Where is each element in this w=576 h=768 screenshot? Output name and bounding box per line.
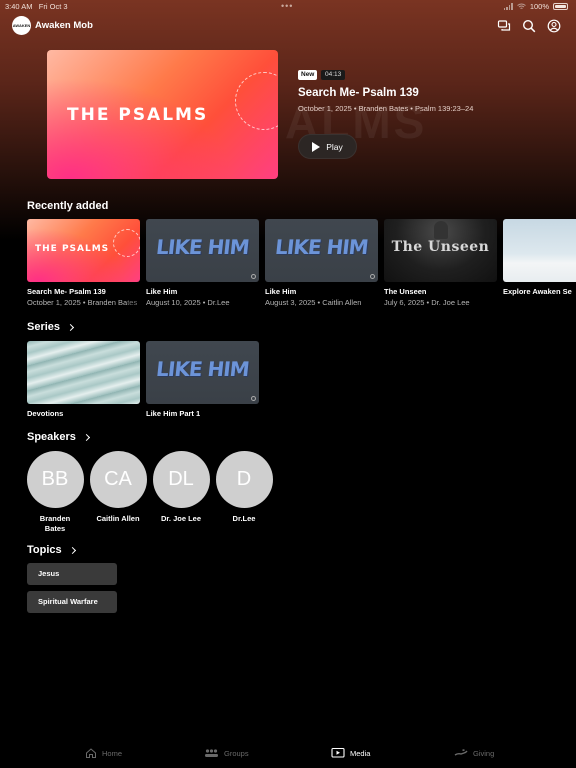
chevron-right-icon	[82, 433, 90, 441]
thumbnail: LIKE HIM	[265, 219, 378, 282]
card-subtitle-text: October 1, 2025 • Branden Ba	[27, 298, 128, 307]
battery-icon	[553, 3, 568, 10]
avatar: D	[215, 451, 273, 508]
thumbnail	[503, 219, 576, 282]
tab-groups[interactable]: Groups	[204, 747, 249, 759]
thumbnail-text: The Unseen	[391, 239, 490, 255]
corner-mark-icon	[251, 274, 256, 279]
avatar: BB	[26, 451, 84, 508]
topics-heading-label: Topics	[27, 544, 62, 556]
app-logo[interactable]: AWAKEN	[12, 16, 31, 35]
hero-meta: October 1, 2025 • Branden Bates • Psalm …	[298, 104, 474, 113]
profile-icon[interactable]	[547, 19, 561, 33]
tab-bar: Home Groups Media Giving	[0, 742, 576, 768]
hero-artwork[interactable]: THE PSALMS	[47, 50, 278, 179]
status-time: 3:40 AM	[5, 2, 33, 11]
list-item[interactable]: LIKE HIM Like Him August 10, 2025 • Dr.L…	[146, 219, 259, 307]
tab-label: Giving	[473, 748, 495, 758]
chat-icon[interactable]	[497, 19, 511, 33]
tab-giving[interactable]: Giving	[454, 747, 494, 759]
topic-chip-spiritual-warfare[interactable]: Spiritual Warfare	[27, 591, 117, 613]
list-item[interactable]: The Unseen The Unseen July 6, 2025 • Dr.…	[384, 219, 497, 307]
chevron-right-icon	[68, 546, 76, 554]
card-title: Explore Awaken Se	[503, 287, 572, 296]
topic-chip-jesus[interactable]: Jesus	[27, 563, 117, 585]
recently-added-heading: Recently added	[27, 200, 109, 212]
list-item[interactable]: LIKE HIM Like Him Part 1	[146, 341, 259, 418]
card-title: Like Him	[265, 287, 297, 296]
app-title: Awaken Mob	[35, 20, 93, 31]
hero-title: Search Me- Psalm 139	[298, 87, 419, 99]
speaker-item[interactable]: DL Dr. Joe Lee	[151, 451, 211, 524]
card-title: Search Me- Psalm 139	[27, 287, 106, 296]
play-button[interactable]: Play	[298, 134, 357, 159]
wifi-icon	[517, 3, 526, 9]
series-heading-label: Series	[27, 321, 61, 333]
play-icon	[312, 141, 321, 152]
thumbnail: LIKE HIM	[146, 341, 259, 404]
speaker-name: Branden Bates	[39, 514, 71, 533]
topics-heading[interactable]: Topics	[27, 544, 76, 556]
speakers-heading-label: Speakers	[27, 431, 76, 443]
list-item[interactable]: LIKE HIM Like Him August 3, 2025 • Caitl…	[265, 219, 378, 307]
series-heading[interactable]: Series	[27, 321, 75, 333]
groups-icon	[205, 749, 218, 757]
card-subtitle: August 10, 2025 • Dr.Lee	[146, 298, 230, 307]
hooded-figure	[434, 221, 448, 239]
new-badge: New	[298, 70, 318, 80]
status-bar: 3:40 AM Fri Oct 3 ••• 100%	[0, 0, 576, 12]
thumbnail: The Unseen	[384, 219, 497, 282]
card-subtitle-fade: tes	[127, 298, 138, 307]
signal-icon	[503, 3, 513, 10]
hero-art-ring	[235, 72, 278, 130]
thumbnail: LIKE HIM	[146, 219, 259, 282]
media-icon	[331, 747, 345, 758]
corner-mark-icon	[370, 274, 375, 279]
tab-label: Home	[102, 748, 123, 758]
home-icon	[86, 748, 96, 758]
list-item[interactable]: Devotions	[27, 341, 140, 418]
thumbnail-text: LIKE HIM	[274, 235, 369, 259]
card-title: Devotions	[27, 409, 64, 418]
thumbnail-text: LIKE HIM	[155, 235, 250, 259]
hero-art-title: THE PSALMS	[67, 105, 209, 125]
tab-home[interactable]: Home	[85, 747, 122, 759]
speaker-name: Dr. Joe Lee	[160, 514, 202, 523]
speaker-item[interactable]: D Dr.Lee	[214, 451, 274, 524]
tab-media[interactable]: Media	[331, 747, 370, 759]
card-subtitle: October 1, 2025 • Branden Bates	[27, 298, 140, 307]
speaker-name: Caitlin Allen	[96, 514, 140, 523]
corner-mark-icon	[251, 396, 256, 401]
card-title: The Unseen	[384, 287, 427, 296]
play-button-label: Play	[326, 141, 343, 152]
list-item[interactable]: THE PSALMS Search Me- Psalm 139 October …	[27, 219, 140, 307]
card-title: Like Him	[146, 287, 178, 296]
avatar: DL	[152, 451, 210, 508]
speaker-name: Dr.Lee	[232, 514, 256, 523]
multitasking-dots-icon[interactable]: •••	[281, 1, 293, 11]
speaker-item[interactable]: CA Caitlin Allen	[88, 451, 148, 524]
chevron-right-icon	[66, 323, 75, 331]
speaker-item[interactable]: BB Branden Bates	[25, 451, 85, 534]
app-header: AWAKEN Awaken Mob	[0, 14, 576, 38]
battery-percent: 100%	[529, 2, 549, 11]
tab-label: Groups	[224, 748, 249, 758]
tab-label: Media	[350, 748, 371, 758]
thumbnail-text: LIKE HIM	[155, 357, 250, 381]
card-subtitle: August 3, 2025 • Caitlin Allen	[265, 298, 362, 307]
avatar: CA	[89, 451, 147, 508]
card-title: Like Him Part 1	[146, 409, 201, 418]
list-item[interactable]: Explore Awaken Se	[503, 219, 576, 296]
thumbnail-ring	[113, 229, 140, 257]
duration-badge: 04:13	[321, 70, 346, 80]
thumbnail-text: THE PSALMS	[35, 244, 110, 254]
speakers-heading[interactable]: Speakers	[27, 431, 90, 443]
thumbnail	[27, 341, 140, 404]
giving-icon	[454, 749, 468, 756]
status-date: Fri Oct 3	[38, 2, 68, 11]
search-icon[interactable]	[522, 19, 536, 33]
card-subtitle: July 6, 2025 • Dr. Joe Lee	[384, 298, 470, 307]
thumbnail: THE PSALMS	[27, 219, 140, 282]
